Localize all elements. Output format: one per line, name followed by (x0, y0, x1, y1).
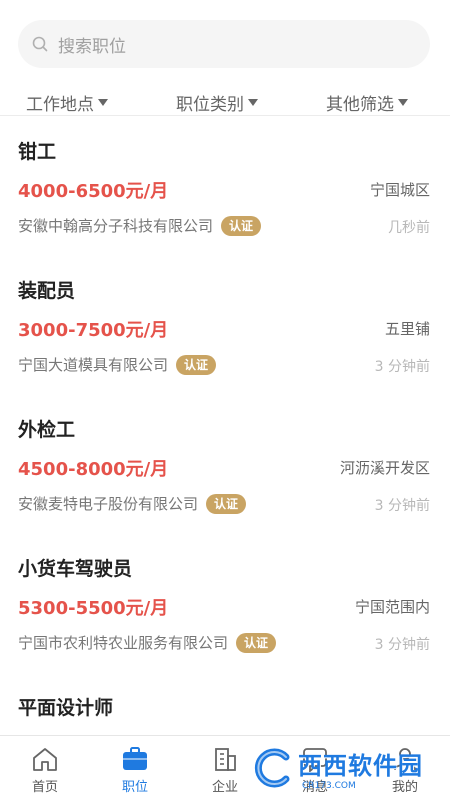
job-company: 宁国大道模具有限公司 (18, 356, 169, 374)
job-location: 河沥溪开发区 (339, 459, 430, 477)
briefcase-icon (123, 747, 147, 770)
watermark-text: 西西软件园 (298, 751, 423, 780)
job-time: 几秒前 (388, 220, 430, 236)
job-card[interactable]: 平面设计师 (0, 693, 450, 735)
job-company-row: 安徽麦特电子股份有限公司 认证 (18, 493, 247, 514)
job-location: 宁国范围内 (354, 598, 430, 616)
search-input[interactable]: 搜索职位 (18, 20, 430, 68)
job-salary: 3000-7500元/月 (18, 320, 169, 341)
nav-home-label: 首页 (31, 780, 58, 795)
filter-category[interactable]: 职位类别 (176, 90, 258, 115)
job-company-row: 宁国市农利特农业服务有限公司 认证 (18, 632, 277, 653)
certified-badge: 认证 (236, 632, 277, 653)
certified-badge: 认证 (206, 493, 247, 514)
nav-jobs-label: 职位 (121, 780, 148, 795)
job-card[interactable]: 外检工 4500-8000元/月 河沥溪开发区 安徽麦特电子股份有限公司 认证 … (0, 415, 450, 554)
nav-home[interactable]: 首页 (0, 736, 90, 800)
job-salary: 4500-8000元/月 (18, 459, 169, 480)
job-title: 小货车驾驶员 (18, 558, 133, 580)
job-time: 3 分钟前 (374, 498, 430, 514)
certified-badge: 认证 (221, 215, 262, 236)
job-card[interactable]: 小货车驾驶员 5300-5500元/月 宁国范围内 宁国市农利特农业服务有限公司… (0, 554, 450, 693)
job-company: 安徽麦特电子股份有限公司 (18, 495, 199, 513)
job-salary: 4000-6500元/月 (18, 181, 169, 202)
job-location: 宁国城区 (369, 181, 430, 199)
job-salary: 5300-5500元/月 (18, 598, 169, 619)
home-icon (33, 748, 57, 771)
job-time: 3 分钟前 (374, 637, 430, 653)
certified-badge: 认证 (176, 354, 217, 375)
dropdown-arrow-icon (248, 99, 258, 106)
job-card[interactable]: 装配员 3000-7500元/月 五里铺 宁国大道模具有限公司 认证 3 分钟前 (0, 276, 450, 415)
filter-location-label: 工作地点 (26, 95, 94, 115)
filter-location[interactable]: 工作地点 (26, 90, 108, 115)
job-card[interactable]: 钳工 4000-6500元/月 宁国城区 安徽中翰高分子科技有限公司 认证 几秒… (0, 137, 450, 276)
job-company-row: 安徽中翰高分子科技有限公司 认证 (18, 215, 262, 236)
watermark-logo: 西西软件园 CR173.COM (250, 745, 438, 791)
watermark-c-icon (254, 748, 290, 788)
job-time: 3 分钟前 (374, 359, 430, 375)
job-company-row: 宁国大道模具有限公司 认证 (18, 354, 217, 375)
building-icon (215, 748, 236, 771)
nav-company-label: 企业 (211, 780, 238, 795)
job-title: 装配员 (18, 280, 76, 302)
job-title: 平面设计师 (18, 697, 114, 719)
job-company: 宁国市农利特农业服务有限公司 (18, 634, 229, 652)
search-icon (32, 36, 48, 52)
search-placeholder: 搜索职位 (58, 36, 126, 57)
job-company: 安徽中翰高分子科技有限公司 (18, 217, 214, 235)
filter-bar: 工作地点 职位类别 其他筛选 (0, 82, 450, 116)
job-location: 五里铺 (384, 320, 430, 338)
dropdown-arrow-icon (398, 99, 408, 106)
nav-jobs[interactable]: 职位 (90, 736, 180, 800)
filter-other[interactable]: 其他筛选 (326, 90, 408, 115)
job-title: 外检工 (18, 419, 76, 441)
filter-category-label: 职位类别 (176, 95, 244, 115)
filter-other-label: 其他筛选 (326, 95, 394, 115)
watermark-subtext: CR173.COM (302, 780, 356, 791)
job-title: 钳工 (18, 141, 57, 163)
dropdown-arrow-icon (98, 99, 108, 106)
